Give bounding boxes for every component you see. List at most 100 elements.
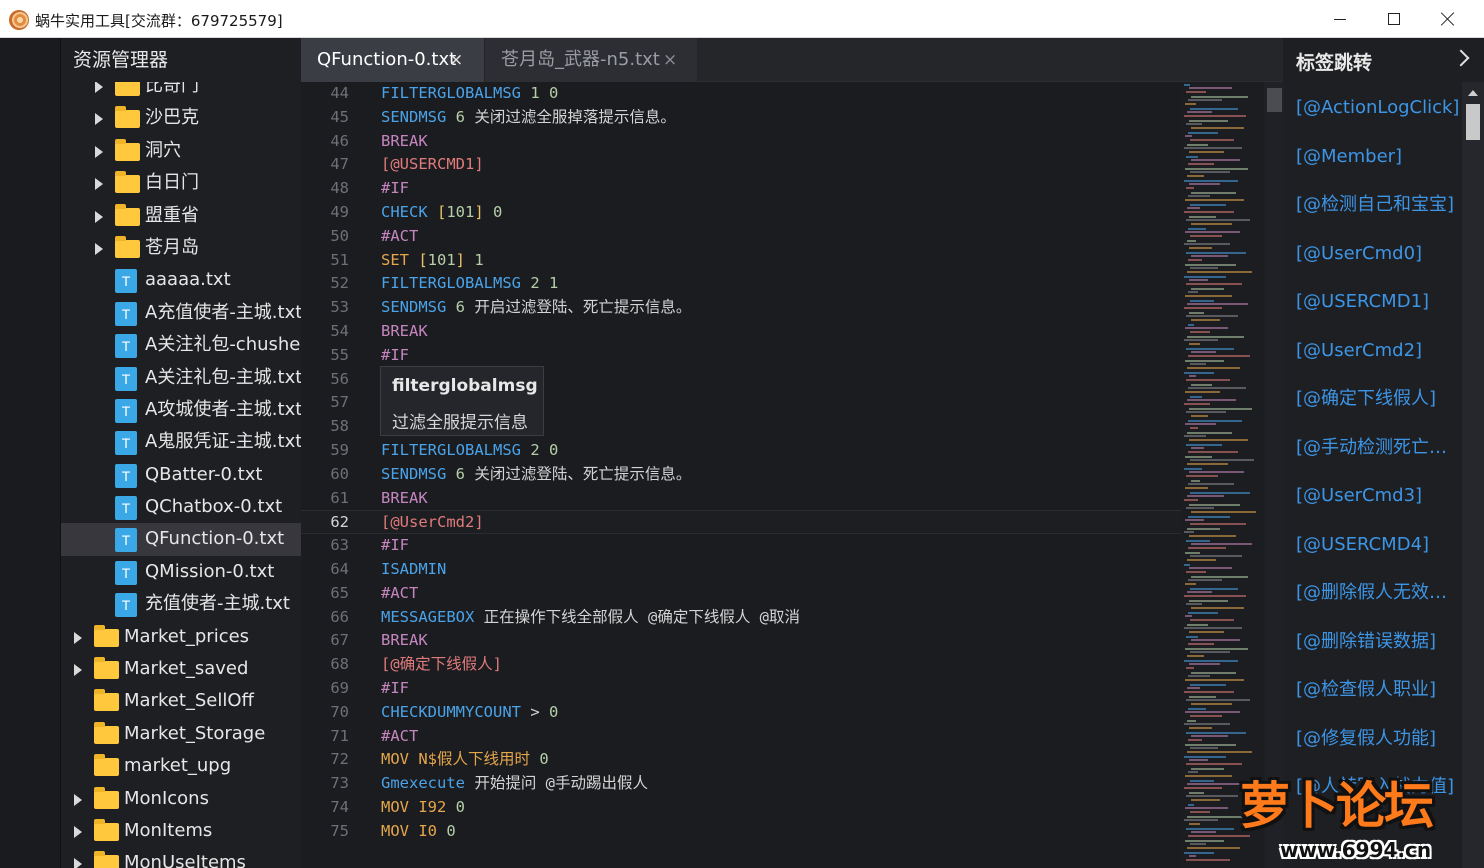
code-line[interactable]: 66 MESSAGEBOX 正在操作下线全部假人 @确定下线假人 @取消 [301,606,1181,630]
code-line[interactable]: 65 #ACT [301,582,1181,606]
code-line[interactable]: 50 #ACT [301,225,1181,249]
tab-weapon[interactable]: 苍月岛_武器-n5.txt × [485,38,697,82]
bookmark-scrollbar[interactable] [1462,82,1484,868]
minimap[interactable] [1181,82,1264,868]
bookmark-link[interactable]: [@删除假人无效数据] [1284,569,1462,618]
chevron-right-icon[interactable] [74,664,82,677]
bookmark-link[interactable]: [@删除错误数据] [1284,618,1462,667]
code-token: #IF [381,345,409,364]
code-line[interactable]: 73 Gmexecute 开始提问 @手动踢出假人 [301,772,1181,796]
tree-file[interactable]: T 充值使者-主城.txt [61,588,301,620]
tree-folder[interactable]: Market_prices [61,621,301,653]
code-line[interactable]: 67 BREAK [301,629,1181,653]
tree-file[interactable]: T A关注礼包-主城.txt [61,362,301,394]
tree-item-label: 沙巴克 [145,107,199,129]
bookmark-link[interactable]: [@Member] [1284,133,1462,182]
code-line[interactable]: 63 #IF [301,534,1181,558]
code-line[interactable]: 61 BREAK [301,487,1181,511]
bookmark-link[interactable]: [@确定下线假人] [1284,375,1462,424]
bookmark-link[interactable]: [@手动检测死亡假人] [1284,424,1462,473]
chevron-right-icon[interactable] [74,825,82,838]
code-line[interactable]: 49 CHECK [101] 0 [301,201,1181,225]
tree-folder[interactable]: 白日门 [61,167,301,199]
bookmark-link[interactable]: [@ActionLogClick] [1284,84,1462,133]
minimize-button[interactable] [1313,0,1367,38]
bookmark-link[interactable]: [@修复假人功能] [1284,715,1462,764]
chevron-right-icon[interactable] [95,242,103,255]
tree-folder[interactable]: Market_Storage [61,718,301,750]
code-line[interactable]: 68 [@确定下线假人] [301,653,1181,677]
chevron-right-icon[interactable] [95,81,103,93]
chevron-right-icon[interactable] [95,145,103,158]
chevron-right-icon[interactable] [95,113,103,126]
tree-file[interactable]: T A关注礼包-chusheng [61,329,301,361]
code-line[interactable]: 48 #IF [301,177,1181,201]
code-line[interactable]: 46 BREAK [301,130,1181,154]
bookmark-link[interactable]: [@检测自己和宝宝] [1284,181,1462,230]
chevron-right-icon[interactable] [74,631,82,644]
tree-folder[interactable]: MonItems [61,815,301,847]
tree-file[interactable]: T A攻城使者-主城.txt [61,394,301,426]
code-line[interactable]: 55 #IF [301,344,1181,368]
code-line[interactable]: 60 SENDMSG 6 关闭过滤登陆、死亡提示信息。 [301,463,1181,487]
tree-file[interactable]: T QFunction-0.txt [61,523,301,556]
tree-folder[interactable]: 盟重省 [61,200,301,232]
bookmark-link[interactable]: [@UserCmd2] [1284,327,1462,376]
code-line[interactable]: 51 SET [101] 1 [301,249,1181,273]
tab-qfunction[interactable]: QFunction-0.txt × [301,38,484,82]
chevron-right-icon[interactable] [95,178,103,191]
code-line[interactable]: 44 FILTERGLOBALMSG 1 0 [301,82,1181,106]
code-line[interactable]: 69 #IF [301,677,1181,701]
code-line[interactable]: 45 SENDMSG 6 关闭过滤全服掉落提示信息。 [301,106,1181,130]
tab-close-icon[interactable]: × [663,38,677,82]
bookmark-link[interactable]: [@USERCMD4] [1284,521,1462,570]
tree-folder[interactable]: Market_saved [61,653,301,685]
code-line[interactable]: 64 ISADMIN [301,558,1181,582]
tree-folder[interactable]: Market_SellOff [61,685,301,717]
code-line[interactable]: 70 CHECKDUMMYCOUNT > 0 [301,701,1181,725]
bookmark-link[interactable]: [@检查假人职业] [1284,666,1462,715]
close-window-button[interactable] [1421,0,1475,38]
code-editor[interactable]: 44 FILTERGLOBALMSG 1 0 45 SENDMSG 6 关闭过滤全服掉… [301,82,1181,868]
code-line[interactable]: 71 #ACT [301,725,1181,749]
maximize-button[interactable] [1367,0,1421,38]
code-line[interactable]: 54 BREAK [301,320,1181,344]
scroll-up-icon[interactable] [1468,90,1478,96]
code-line[interactable]: 75 MOV I0 0 [301,820,1181,844]
code-line[interactable]: 62 [@UserCmd2] [301,510,1181,535]
code-line[interactable]: 74 MOV I92 0 [301,796,1181,820]
text-file-icon: T [115,366,137,391]
minimap-line [1189,823,1200,825]
tree-folder[interactable]: 洞穴 [61,135,301,167]
tree-file[interactable]: T QBatter-0.txt [61,459,301,491]
chevron-right-icon[interactable] [95,210,103,223]
chevron-right-icon[interactable] [74,793,82,806]
code-line[interactable]: 72 MOV N$假人下线用时 0 [301,748,1181,772]
code-line[interactable]: 53 SENDMSG 6 开启过滤登陆、死亡提示信息。 [301,296,1181,320]
minimap-line [1184,627,1242,629]
chevron-right-icon[interactable] [74,858,82,868]
code-line[interactable]: 59 FILTERGLOBALMSG 2 0 [301,439,1181,463]
code-line[interactable]: 52 FILTERGLOBALMSG 2 1 [301,272,1181,296]
minimap-line [1191,511,1256,513]
tree-folder[interactable]: MonUseItems [61,847,301,868]
bookmark-scrollbar-thumb[interactable] [1466,104,1480,140]
tree-file[interactable]: T QMission-0.txt [61,556,301,588]
editor-scrollbar-thumb[interactable] [1267,88,1282,112]
tree-folder[interactable]: market_upg [61,750,301,782]
tree-folder[interactable]: MonIcons [61,783,301,815]
chevron-right-icon[interactable] [1452,49,1470,67]
tree-folder[interactable]: 沙巴克 [61,102,301,134]
line-number: 71 [330,726,349,745]
bookmark-link[interactable]: [@UserCmd0] [1284,230,1462,279]
tab-close-icon[interactable]: × [449,38,463,82]
bookmark-link[interactable]: [@USERCMD1] [1284,278,1462,327]
tree-file[interactable]: Taaaaa.txt [61,264,301,296]
tree-folder[interactable]: 苍月岛 [61,232,301,264]
tree-file[interactable]: T A鬼服凭证-主城.txt [61,426,301,458]
bookmark-link[interactable]: [@UserCmd3] [1284,472,1462,521]
code-line[interactable]: 47 [@USERCMD1] [301,153,1181,177]
tree-file[interactable]: T QChatbox-0.txt [61,491,301,523]
tree-file[interactable]: T A充值使者-主城.txt [61,297,301,329]
editor-scrollbar[interactable] [1265,82,1284,868]
